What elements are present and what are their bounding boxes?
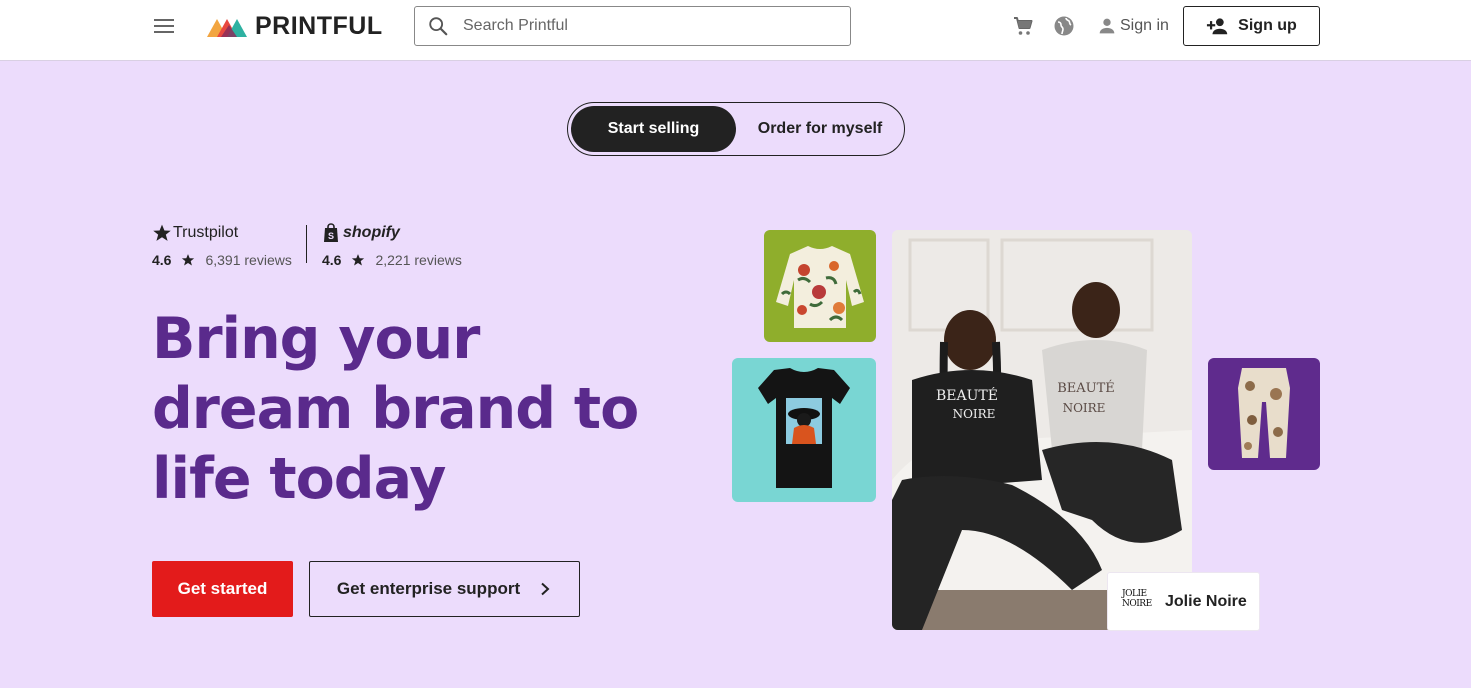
tshirt-illustration — [758, 368, 850, 488]
models-lifestyle-photo[interactable]: BEAUTÉ NOIRE BEAUTÉ NOIRE — [892, 230, 1192, 630]
search-bar[interactable] — [414, 6, 851, 46]
shopify-label: shopify — [343, 224, 400, 241]
site-header: PRINTFUL Sign in Sign up — [0, 0, 1471, 61]
enterprise-support-label: Get enterprise support — [336, 579, 521, 598]
tshirt-product-image[interactable] — [732, 358, 876, 502]
sign-up-button[interactable]: Sign up — [1183, 6, 1320, 46]
audience-toggle: Start selling Order for myself — [567, 102, 905, 156]
models-photo-illustration: BEAUTÉ NOIRE BEAUTÉ NOIRE — [892, 230, 1192, 630]
rating-divider — [306, 225, 307, 263]
sweater-illustration — [776, 246, 864, 328]
trustpilot-score: 4.6 — [152, 252, 172, 268]
brand-name: PRINTFUL — [255, 11, 383, 40]
shopify-review-count: 2,221 reviews — [375, 252, 462, 268]
svg-text:BEAUTÉ: BEAUTÉ — [936, 386, 998, 404]
sign-in-link[interactable]: Sign in — [1096, 14, 1169, 38]
jolie-noire-logo: JOLIE NOIRE — [1122, 588, 1152, 609]
shopify-score: 4.6 — [322, 252, 342, 268]
trustpilot-star-icon — [153, 224, 171, 241]
menu-icon[interactable] — [152, 16, 176, 36]
star-icon — [352, 254, 365, 266]
sign-up-label: Sign up — [1238, 17, 1297, 34]
add-user-icon — [1207, 18, 1228, 35]
svg-text:NOIRE: NOIRE — [1063, 401, 1106, 415]
trustpilot-review-count: 6,391 reviews — [205, 252, 292, 268]
globe-icon[interactable] — [1052, 14, 1076, 38]
sweater-product-image[interactable] — [764, 230, 876, 342]
star-icon — [182, 254, 195, 266]
tab-start-selling[interactable]: Start selling — [571, 106, 736, 152]
search-input[interactable] — [463, 17, 833, 35]
svg-text:S: S — [328, 231, 334, 241]
brand-badge-name: Jolie Noire — [1165, 592, 1247, 610]
svg-text:BEAUTÉ: BEAUTÉ — [1057, 380, 1115, 396]
cart-icon[interactable] — [1011, 14, 1035, 38]
trustpilot-label: Trustpilot — [173, 224, 239, 241]
enterprise-support-button[interactable]: Get enterprise support — [309, 561, 580, 617]
printful-logo[interactable]: PRINTFUL — [207, 11, 383, 40]
trustpilot-rating[interactable]: Trustpilot 4.6 6,391 reviews — [152, 222, 292, 268]
shopify-bag-icon: S — [324, 223, 338, 242]
shopify-rating[interactable]: S shopify 4.6 2,221 reviews — [322, 222, 462, 268]
search-icon — [429, 17, 448, 36]
get-started-button[interactable]: Get started — [152, 561, 293, 617]
printful-logo-icon — [207, 19, 247, 37]
joggers-illustration — [1238, 368, 1290, 458]
user-icon — [1099, 18, 1115, 34]
svg-text:NOIRE: NOIRE — [953, 407, 996, 421]
chevron-right-icon — [541, 582, 550, 596]
joggers-product-image[interactable] — [1208, 358, 1320, 470]
brand-badge[interactable]: JOLIE NOIRE Jolie Noire — [1108, 573, 1259, 630]
sign-in-label: Sign in — [1120, 17, 1169, 34]
tab-order-for-myself[interactable]: Order for myself — [740, 106, 900, 152]
hero-headline: Bring your dream brand to life today — [152, 306, 639, 512]
